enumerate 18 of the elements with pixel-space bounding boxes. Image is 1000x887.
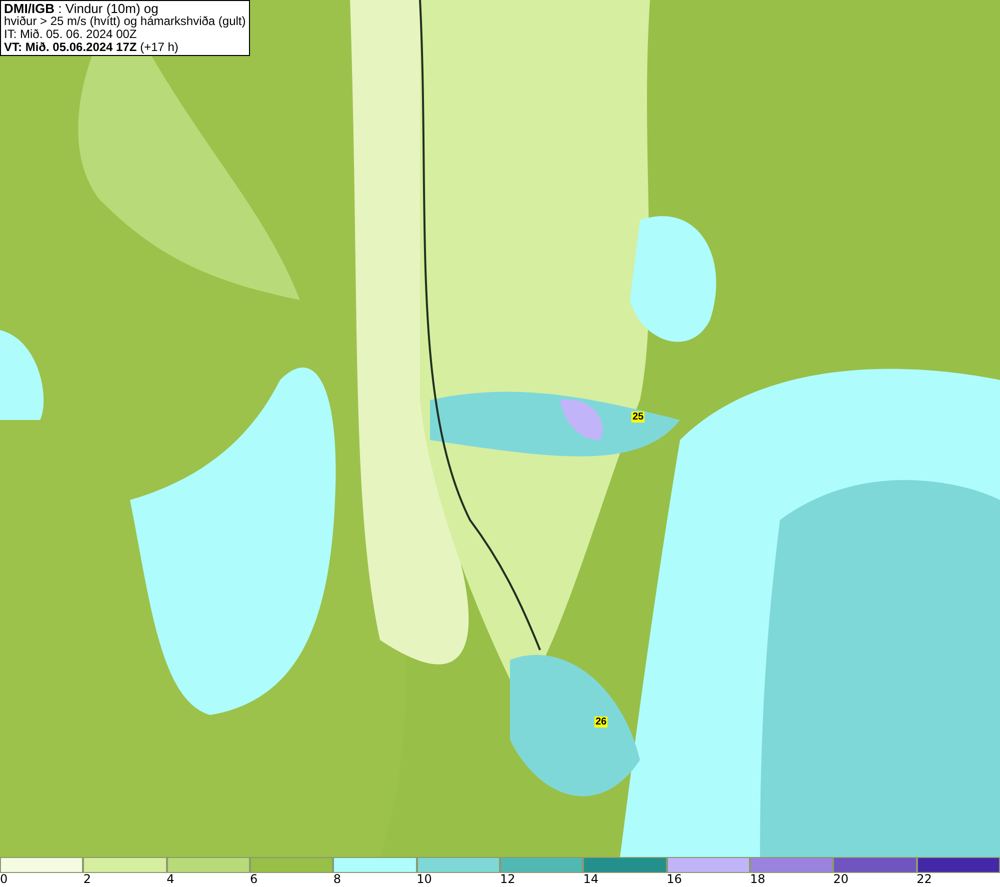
scale-label: 20 bbox=[833, 873, 849, 886]
info-line: IT: Mið. 05. 06. 2024 00Z bbox=[4, 28, 138, 41]
scale-label: 4 bbox=[166, 873, 174, 886]
scale-label: 18 bbox=[750, 873, 766, 886]
info-line: VT: Mið. 05.06.2024 17Z (+17 h) bbox=[4, 41, 180, 54]
scale-label: 14 bbox=[583, 873, 599, 886]
scale-label: 8 bbox=[333, 873, 341, 886]
scale-label: 2 bbox=[83, 873, 91, 886]
scale-label: 12 bbox=[500, 873, 516, 886]
gust-label: 25 bbox=[631, 411, 645, 422]
scale-label: 0 bbox=[0, 873, 8, 886]
info-line: hviður > 25 m/s (hvítt) og hámarkshviða (gult) bbox=[4, 15, 246, 28]
scale-label: 10 bbox=[416, 873, 432, 886]
scale-label: 22 bbox=[916, 873, 932, 886]
gust-label: 26 bbox=[594, 716, 608, 728]
scale-label: 6 bbox=[250, 873, 258, 886]
scale-label: 16 bbox=[666, 873, 682, 886]
info-line: DMI/IGB : Vindur (10m) og bbox=[4, 2, 160, 15]
